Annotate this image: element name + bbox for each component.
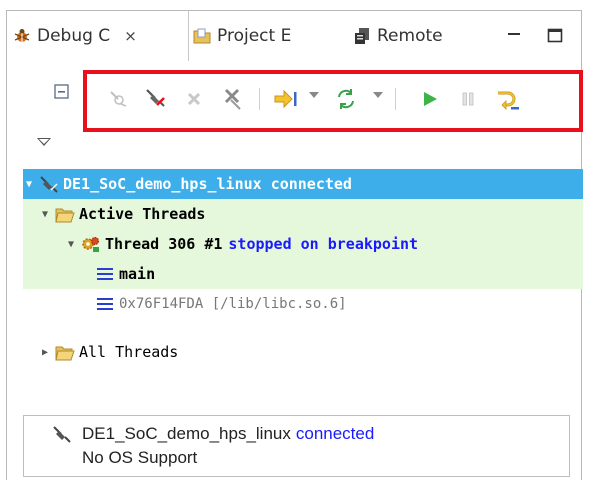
tab-label: Debug C xyxy=(37,26,111,46)
thread-gears-icon xyxy=(82,236,100,252)
tree-row-thread[interactable]: ▼ Thread 306 #1 stopped on breakpoint xyxy=(23,229,583,259)
step-to-icon xyxy=(274,89,297,109)
close-icon[interactable]: ⨯ xyxy=(124,27,137,45)
tab-label: Project E xyxy=(217,26,292,46)
tree-row-stack-frame-main[interactable]: main xyxy=(23,259,583,289)
disconnect-icon xyxy=(224,88,241,110)
chevron-down-icon[interactable] xyxy=(309,92,319,98)
folder-open-icon xyxy=(55,346,75,361)
thread-label: Thread 306 #1 xyxy=(105,235,223,253)
connection-name: DE1_SoC_demo_hps_linux xyxy=(63,175,262,193)
connect-button[interactable] xyxy=(143,86,169,112)
chevron-down-icon[interactable] xyxy=(373,92,383,98)
folder-open-icon xyxy=(55,208,75,223)
step-to-button[interactable] xyxy=(273,86,299,112)
view-tab-bar: Debug C ⨯ Project E Remote xyxy=(7,11,583,61)
terminate-icon xyxy=(187,92,201,106)
terminate-button[interactable] xyxy=(181,86,207,112)
expand-arrow-icon[interactable]: ▼ xyxy=(39,209,51,220)
tree-row-active-threads[interactable]: ▼ Active Threads xyxy=(23,199,583,229)
maximize-icon[interactable] xyxy=(545,25,565,45)
connect-icon xyxy=(146,89,165,107)
suspend-icon xyxy=(462,92,474,106)
project-folder-icon xyxy=(193,28,211,44)
connection-plug-icon xyxy=(53,426,71,443)
collapse-all-icon[interactable] xyxy=(53,83,71,101)
debug-toolbar xyxy=(83,70,583,132)
disconnect-button[interactable] xyxy=(219,86,245,112)
thread-status: stopped on breakpoint xyxy=(228,235,419,253)
remove-all-terminated-button[interactable] xyxy=(105,86,131,112)
stack-frame-icon xyxy=(97,267,113,281)
tab-remote-systems[interactable]: Remote xyxy=(353,11,443,61)
stack-frame-label: main xyxy=(119,265,156,283)
debug-control-view: Debug C ⨯ Project E Remote ▼ DE1_SoC_dem… xyxy=(6,10,583,480)
tree-row-all-threads[interactable]: ▶ All Threads xyxy=(23,337,583,367)
debug-bug-icon xyxy=(14,29,30,42)
view-menu-chevron-icon[interactable] xyxy=(37,138,51,146)
connection-plug-icon xyxy=(40,176,58,193)
tree-row-stack-frame-libc[interactable]: 0x76F14FDA [/lib/libc.so.6] xyxy=(23,289,583,319)
collapse-arrow-icon[interactable]: ▶ xyxy=(39,347,51,358)
stack-frame-icon xyxy=(97,297,113,311)
connection-status: connected xyxy=(270,175,352,193)
toolbar-separator xyxy=(395,88,396,110)
toolbar-separator xyxy=(259,88,260,110)
refresh-button[interactable] xyxy=(333,86,359,112)
details-connection-line: DE1_SoC_demo_hps_linux connected xyxy=(32,422,569,446)
resume-icon xyxy=(424,92,437,106)
suspend-button[interactable] xyxy=(455,86,481,112)
tab-project-explorer[interactable]: Project E xyxy=(191,11,291,61)
tab-debug-control[interactable]: Debug C ⨯ xyxy=(7,11,189,61)
connection-details-pane: DE1_SoC_demo_hps_linux connected No OS S… xyxy=(23,415,570,477)
step-over-icon xyxy=(498,91,519,110)
details-connection-status: connected xyxy=(295,424,375,443)
details-connection-name: DE1_SoC_demo_hps_linux xyxy=(82,424,291,443)
stack-frame-label: 0x76F14FDA [/lib/libc.so.6] xyxy=(119,296,347,312)
step-over-button[interactable] xyxy=(495,86,521,112)
tab-label: Remote xyxy=(377,26,443,46)
all-threads-label: All Threads xyxy=(79,343,179,361)
minimize-icon[interactable] xyxy=(504,25,524,45)
remote-systems-icon xyxy=(355,28,369,44)
active-threads-label: Active Threads xyxy=(79,205,206,223)
resume-button[interactable] xyxy=(417,86,443,112)
tree-row-connection[interactable]: ▼ DE1_SoC_demo_hps_linux connected xyxy=(23,169,583,199)
details-os-support: No OS Support xyxy=(82,448,198,467)
expand-arrow-icon[interactable]: ▼ xyxy=(65,239,77,250)
expand-arrow-icon[interactable]: ▼ xyxy=(23,179,35,190)
refresh-icon xyxy=(338,89,354,109)
remove-all-terminated-icon xyxy=(110,91,127,107)
